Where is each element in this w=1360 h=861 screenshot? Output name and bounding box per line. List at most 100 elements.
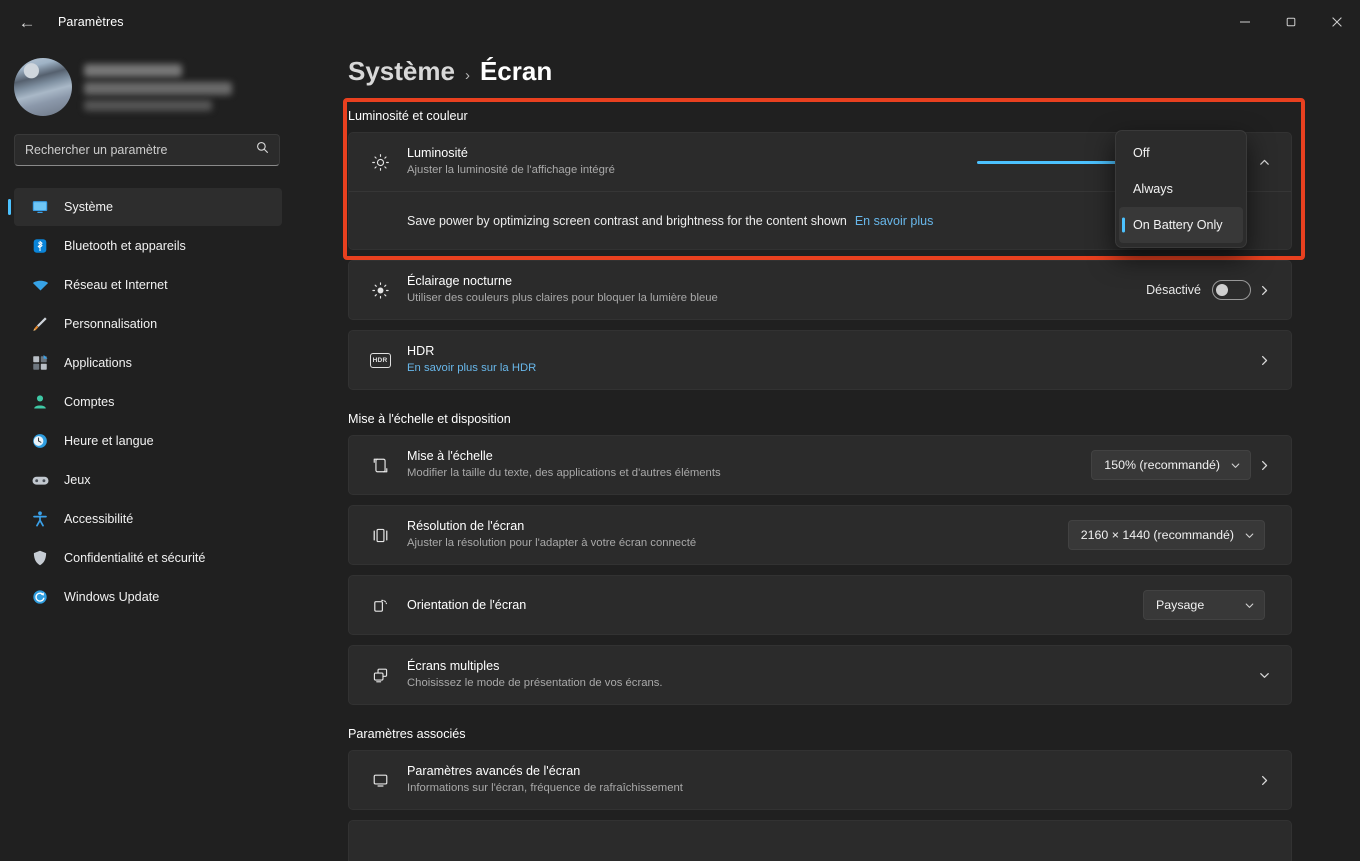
scale-chevron-button[interactable] [1251, 459, 1277, 472]
hdr-learn-more-link[interactable]: En savoir plus sur la HDR [407, 361, 536, 377]
brightness-expand-button[interactable] [1251, 156, 1277, 169]
chevron-down-icon [1244, 530, 1255, 541]
apps-icon [30, 353, 50, 373]
scale-icon [367, 456, 393, 475]
resolution-title: Résolution de l'écran [407, 519, 525, 534]
section-title-related: Paramètres associés [348, 727, 466, 741]
sidebar-item-systeme[interactable]: Système [14, 188, 282, 226]
orientation-row[interactable]: Orientation de l'écran Paysage [349, 576, 1291, 634]
sidebar-item-label: Windows Update [64, 590, 160, 604]
wifi-icon [30, 275, 50, 295]
title-bar: ← Paramètres [0, 0, 1360, 44]
sidebar-item-bluetooth-et-appareils[interactable]: Bluetooth et appareils [14, 227, 282, 265]
night-light-row[interactable]: Éclairage nocturne Utiliser des couleurs… [349, 261, 1291, 319]
next-related-card-partial[interactable] [348, 820, 1292, 861]
content-adaptive-dropdown-flyout[interactable]: Off Always On Battery Only [1115, 130, 1247, 248]
scale-title: Mise à l'échelle [407, 449, 493, 464]
advanced-display-subtitle: Informations sur l'écran, fréquence de r… [407, 782, 683, 795]
multiple-displays-title: Écrans multiples [407, 659, 500, 674]
sidebar-item-label: Jeux [64, 473, 91, 487]
multiple-displays-icon [367, 666, 393, 685]
profile-name-redacted [84, 63, 232, 111]
minimize-icon [1240, 21, 1250, 23]
sidebar-item-label: Confidentialité et sécurité [64, 551, 206, 565]
hdr-title: HDR [407, 344, 435, 359]
sidebar-item-windows-update[interactable]: Windows Update [14, 578, 282, 616]
accessibility-icon [30, 509, 50, 529]
orientation-title: Orientation de l'écran [407, 597, 527, 612]
sidebar: Rechercher un paramètre Système Bluetoot… [0, 44, 296, 861]
scale-dropdown[interactable]: 150% (recommandé) [1091, 450, 1251, 480]
sidebar-item-label: Réseau et Internet [64, 278, 168, 292]
chevron-down-icon [1259, 672, 1269, 678]
night-light-card: Éclairage nocturne Utiliser des couleurs… [348, 260, 1292, 320]
sidebar-item-comptes[interactable]: Comptes [14, 383, 282, 421]
scale-card: Mise à l'échelle Modifier la taille du t… [348, 435, 1292, 495]
content-adaptive-text: Save power by optimizing screen contrast… [407, 213, 847, 228]
sidebar-item-reseau-et-internet[interactable]: Réseau et Internet [14, 266, 282, 304]
shield-icon [30, 548, 50, 568]
night-light-toggle-label: Désactivé [1146, 283, 1201, 297]
minimize-button[interactable] [1222, 0, 1268, 44]
person-icon [30, 392, 50, 412]
close-icon [1332, 17, 1342, 27]
sidebar-item-heure-et-langue[interactable]: Heure et langue [14, 422, 282, 460]
hdr-chevron-button[interactable] [1251, 354, 1277, 367]
night-light-toggle[interactable] [1212, 280, 1251, 300]
section-title-scale-layout: Mise à l'échelle et disposition [348, 412, 511, 426]
section-title-brightness-color: Luminosité et couleur [348, 109, 468, 123]
chevron-right-icon [1261, 775, 1267, 785]
settings-window: ← Paramètres Rechercher un paramètre Sys… [0, 0, 1360, 861]
chevron-down-icon [1244, 600, 1255, 611]
brightness-icon [367, 153, 393, 172]
breadcrumb-separator: › [464, 67, 470, 84]
advanced-display-title: Paramètres avancés de l'écran [407, 764, 581, 779]
breadcrumb-parent[interactable]: Système [348, 56, 455, 87]
dropdown-option-on-battery-only[interactable]: On Battery Only [1119, 207, 1243, 243]
monitor-icon [30, 197, 50, 217]
resolution-card: Résolution de l'écran Ajuster la résolut… [348, 505, 1292, 565]
advanced-display-card: Paramètres avancés de l'écran Informatio… [348, 750, 1292, 810]
resolution-icon [367, 526, 393, 545]
orientation-value: Paysage [1156, 598, 1205, 612]
window-title: Paramètres [58, 15, 124, 29]
sidebar-item-applications[interactable]: Applications [14, 344, 282, 382]
bluetooth-icon [30, 236, 50, 256]
sidebar-item-jeux[interactable]: Jeux [14, 461, 282, 499]
chevron-up-icon [1259, 159, 1269, 165]
sidebar-item-personnalisation[interactable]: Personnalisation [14, 305, 282, 343]
advanced-display-row[interactable]: Paramètres avancés de l'écran Informatio… [349, 751, 1291, 809]
multiple-displays-expand-button[interactable] [1251, 669, 1277, 682]
sidebar-item-accessibilite[interactable]: Accessibilité [14, 500, 282, 538]
orientation-card: Orientation de l'écran Paysage [348, 575, 1292, 635]
sidebar-item-label: Personnalisation [64, 317, 158, 331]
multiple-displays-row[interactable]: Écrans multiples Choisissez le mode de p… [349, 646, 1291, 704]
hdr-row[interactable]: HDR HDR En savoir plus sur la HDR [349, 331, 1291, 389]
close-button[interactable] [1314, 0, 1360, 44]
advanced-display-chevron-button[interactable] [1251, 774, 1277, 787]
toggle-knob [1216, 284, 1228, 296]
night-light-chevron-button[interactable] [1251, 284, 1277, 297]
brightness-subtitle: Ajuster la luminosité de l'affichage int… [407, 164, 615, 177]
breadcrumb: Système › Écran [348, 56, 1360, 87]
user-profile[interactable] [0, 54, 296, 120]
dropdown-option-off[interactable]: Off [1119, 135, 1243, 171]
resolution-value: 2160 × 1440 (recommandé) [1080, 528, 1234, 542]
maximize-button[interactable] [1268, 0, 1314, 44]
sidebar-item-label: Bluetooth et appareils [64, 239, 186, 253]
sidebar-item-label: Système [64, 200, 113, 214]
hdr-icon: HDR [367, 352, 393, 368]
orientation-dropdown[interactable]: Paysage [1143, 590, 1265, 620]
orientation-icon [367, 596, 393, 615]
resolution-dropdown[interactable]: 2160 × 1440 (recommandé) [1067, 520, 1265, 550]
resolution-row[interactable]: Résolution de l'écran Ajuster la résolut… [349, 506, 1291, 564]
maximize-icon [1286, 17, 1296, 27]
back-button[interactable]: ← [8, 6, 46, 38]
content-adaptive-learn-more-link[interactable]: En savoir plus [855, 214, 934, 228]
search-input[interactable]: Rechercher un paramètre [14, 134, 280, 166]
multiple-displays-card: Écrans multiples Choisissez le mode de p… [348, 645, 1292, 705]
sidebar-item-confidentialite-et-securite[interactable]: Confidentialité et sécurité [14, 539, 282, 577]
sidebar-item-label: Accessibilité [64, 512, 134, 526]
dropdown-option-always[interactable]: Always [1119, 171, 1243, 207]
scale-row[interactable]: Mise à l'échelle Modifier la taille du t… [349, 436, 1291, 494]
